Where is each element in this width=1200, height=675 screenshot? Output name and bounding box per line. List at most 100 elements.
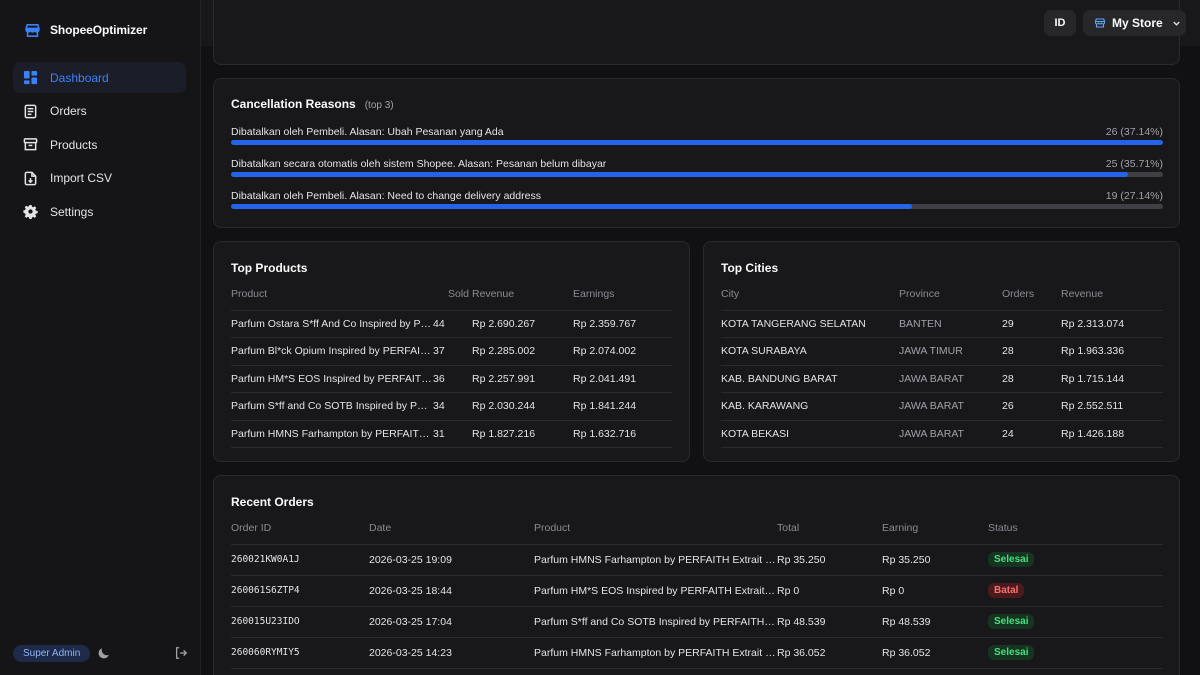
column-header[interactable]: Date [369,520,534,545]
recent-orders-body: 260021KW0A1J 2026-03-25 19:09 Parfum HMNS … [231,544,1163,669]
language-button[interactable]: ID [1044,10,1076,36]
orders-icon [24,104,37,118]
sidebar-item-import-csv[interactable]: Import CSV [13,163,186,194]
table-cell: KOTA BEKASI [721,420,899,448]
table-header-row: Order ID Date Product Total Earning Stat… [231,520,1163,545]
table-row[interactable]: KOTA BEKASI JAWA BARAT 24 Rp 1.426.188 [721,420,1163,448]
table-cell: 2026-03-25 19:09 [369,544,534,576]
table-cell: KAB. KARAWANG [721,392,899,421]
column-header[interactable]: Product [231,286,433,311]
dashboard-icon [23,70,38,85]
table-row[interactable]: 260015U23IDO 2026-03-25 17:04 Parfum S*ff … [231,606,1163,638]
progress-fill [231,140,1163,145]
table-cell: Parfum S*ff and Co SOTB Inspired by PERF… [231,392,433,421]
column-header[interactable]: Earning [882,520,988,545]
order-id-cell: 260021KW0A1J [231,544,369,576]
table-row[interactable]: Parfum HMNS Farhampton by PERFAITH Extra… [231,420,672,448]
table-cell: Parfum Bl*ck Opium Inspired by PERFAITH … [231,337,433,366]
table-cell: JAWA BARAT [899,420,1002,448]
column-header[interactable]: Revenue [1061,286,1163,311]
column-header[interactable]: Earnings [573,286,672,311]
sidebar-item-orders[interactable]: Orders [13,96,186,127]
table-row[interactable]: Parfum S*ff and Co SOTB Inspired by PERF… [231,392,672,421]
brand-name: ShopeeOptimizer [50,23,148,37]
table-row[interactable]: KAB. BANDUNG BARAT JAWA BARAT 28 Rp 1.715.1… [721,365,1163,393]
table-cell: Parfum HMNS Farhampton by PERFAITH Extra… [534,544,777,576]
logout-icon[interactable] [174,646,188,660]
sidebar-item-label: Orders [50,104,87,118]
table-cell: Rp 48.539 [882,606,988,638]
table-cell: Parfum HM*S EOS Inspired by PERFAITH Ext… [231,365,433,393]
recent-orders-card: Recent Orders Order ID Date Product Tota… [213,475,1180,675]
table-cell: KOTA SURABAYA [721,337,899,366]
card-header: Cancellation Reasons (top 3) [231,97,394,111]
table-row[interactable]: Parfum Bl*ck Opium Inspired by PERFAITH … [231,337,672,366]
table-header-row: City Province Orders Revenue [721,286,1163,311]
table-cell: Rp 0 [882,575,988,607]
column-header[interactable]: Revenue [472,286,573,311]
status-cell: Batal [988,575,1163,607]
table-cell: Rp 0 [777,575,882,607]
stats-card-partial [213,0,1180,65]
store-icon [25,23,40,37]
table-row[interactable]: KOTA SURABAYA JAWA TIMUR 28 Rp 1.963.336 [721,337,1163,366]
cancel-reason-value: 19 (27.14%) [1105,190,1163,202]
chevron-down-icon [1173,21,1180,26]
column-header[interactable]: Sold [433,286,472,311]
table-row[interactable]: 260060RYMIY5 2026-03-25 14:23 Parfum HMNS … [231,637,1163,669]
table-cell: JAWA BARAT [899,392,1002,421]
cancel-reason-label: Dibatalkan secara otomatis oleh sistem S… [231,158,607,170]
table-row[interactable]: 260021KW0A1J 2026-03-25 19:09 Parfum HMNS … [231,544,1163,576]
table-cell: Rp 2.074.002 [573,337,672,366]
table-cell: Rp 36.052 [777,637,882,669]
sidebar-item-settings[interactable]: Settings [13,196,186,227]
table-row[interactable]: 260061S6ZTP4 2026-03-25 18:44 Parfum HM*S … [231,575,1163,607]
moon-icon[interactable] [97,646,111,660]
card-title: Top Cities [721,261,779,275]
table-cell: Parfum HMNS Farhampton by PERFAITH Extra… [534,637,777,669]
table-cell: Rp 1.841.244 [573,392,672,421]
table-cell: Parfum S*ff and Co SOTB Inspired by PERF… [534,606,777,638]
progress-track [231,204,1163,209]
cancel-reason-label: Dibatalkan oleh Pembeli. Alasan: Need to… [231,190,541,202]
brand[interactable]: ShopeeOptimizer [24,20,147,40]
table-cell: BANTEN [899,310,1002,338]
table-cell: Rp 35.250 [882,544,988,576]
role-badge: Super Admin [13,644,91,662]
column-header[interactable]: Order ID [231,520,369,545]
card-title: Top Products [231,261,308,275]
column-header[interactable]: Orders [1002,286,1061,311]
column-header[interactable]: Product [534,520,777,545]
table-cell: Rp 2.285.002 [472,337,573,366]
table-cell: 31 [433,420,472,448]
sidebar-item-dashboard[interactable]: Dashboard [13,62,186,93]
sidebar-item-label: Settings [50,204,94,219]
table-cell: Rp 2.030.244 [472,392,573,421]
status-badge: Selesai [988,552,1035,567]
status-cell: Selesai [988,544,1163,576]
sidebar-footer: Super Admin [13,643,188,663]
cancel-reason-label: Dibatalkan oleh Pembeli. Alasan: Ubah Pe… [231,126,504,138]
order-id-cell: 260060RYMIY5 [231,637,369,669]
table-cell: Rp 2.552.511 [1061,392,1163,421]
top-cities-table: City Province Orders Revenue KOTA TANGER… [721,286,1163,448]
table-row[interactable]: KOTA TANGERANG SELATAN BANTEN 29 Rp 2.313.0… [721,310,1163,338]
top-cities-card: Top Cities City Province Orders Revenue … [703,241,1180,462]
column-header[interactable]: Total [777,520,882,545]
table-cell: 34 [433,392,472,421]
progress-track [231,140,1163,145]
table-row[interactable]: Parfum Ostara S*ff And Co Inspired by PE… [231,310,672,338]
status-badge: Selesai [988,645,1035,660]
table-cell: Rp 1.632.716 [573,420,672,448]
table-row[interactable]: KAB. KARAWANG JAWA BARAT 26 Rp 2.552.511 [721,392,1163,421]
sidebar-item-products[interactable]: Products [13,129,186,160]
column-header[interactable]: Province [899,286,1002,311]
table-row[interactable]: Parfum HM*S EOS Inspired by PERFAITH Ext… [231,365,672,393]
column-header[interactable]: City [721,286,899,311]
column-header[interactable]: Status [988,520,1163,545]
table-cell: Rp 36.052 [882,637,988,669]
sidebar-item-label: Import CSV [50,171,113,185]
table-cell: Rp 1.963.336 [1061,337,1163,366]
store-selector[interactable]: My Store [1083,10,1186,36]
top-products-card: Top Products Product Sold Revenue Earnin… [213,241,690,462]
